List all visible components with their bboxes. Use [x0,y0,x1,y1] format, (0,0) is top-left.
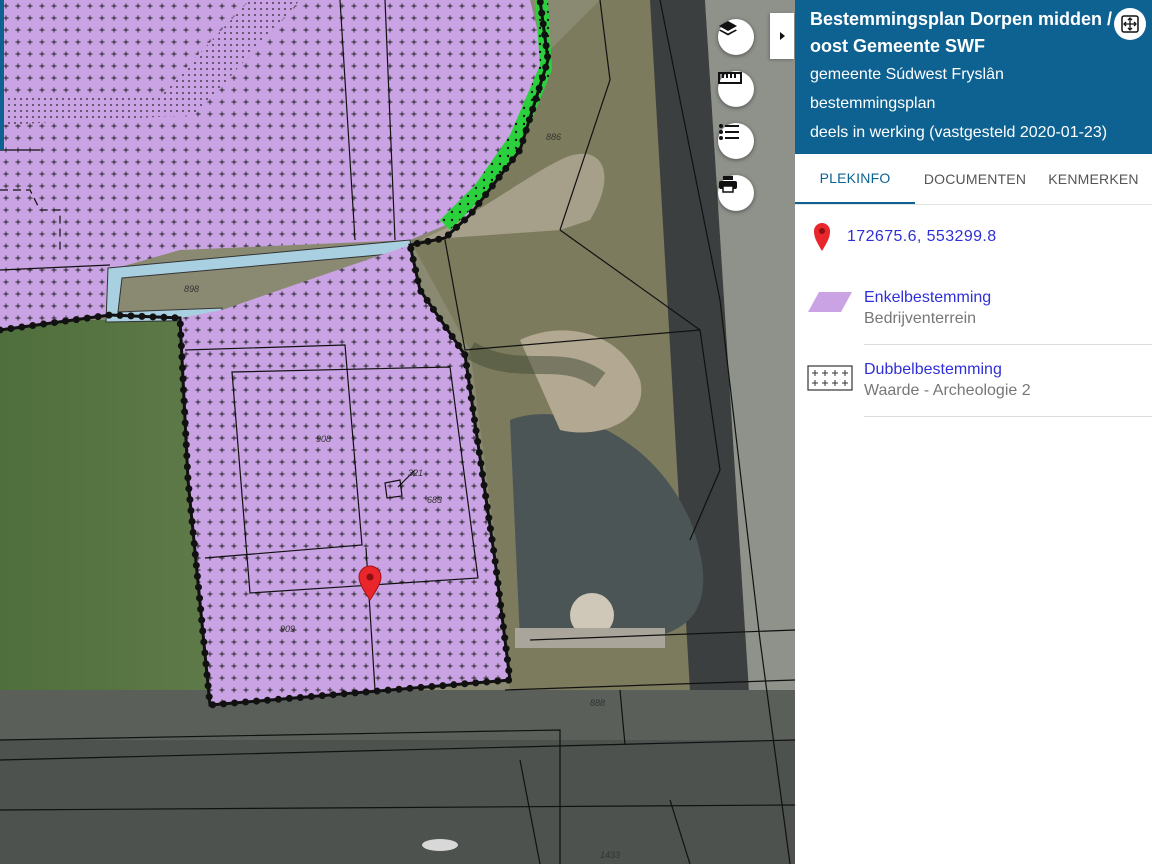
ruler-icon [718,72,742,84]
expand-icon [1121,15,1139,33]
destination-subtitle: Bedrijventerrein [864,310,977,327]
legend-list-icon [719,124,739,140]
panel-collapse-button[interactable] [770,13,794,59]
dubbelbestemming-symbol-icon [807,365,853,391]
panel-tabs: PLEKINFO DOCUMENTEN KENMERKEN [795,154,1152,205]
print-icon [719,176,737,193]
plan-type-text: bestemmingsplan [810,95,936,112]
parcel-label: 888 [590,698,605,708]
plan-header: Bestemmingsplan Dorpen midden / oost Gem… [795,0,1152,154]
map-canvas[interactable]: 886 898 908 321 683 909 888 1433 [0,0,795,864]
plan-title: Bestemmingsplan Dorpen midden / oost Gem… [810,9,1113,56]
enkelbestemming-symbol-icon [808,292,852,312]
parcel-label: 886 [546,132,561,142]
map-viewport[interactable]: 886 898 908 321 683 909 888 1433 [0,0,795,864]
location-row: 172675.6, 553299.8 [795,205,1152,251]
tab-plekinfo[interactable]: PLEKINFO [795,154,915,204]
destination-item[interactable]: Dubbelbestemming Waarde - Archeologie 2 [795,345,1152,417]
layers-icon [719,21,737,36]
info-panel: Bestemmingsplan Dorpen midden / oost Gem… [795,0,1152,864]
parcel-label: 1433 [600,850,620,860]
layers-button[interactable] [718,19,754,55]
destination-title[interactable]: Dubbelbestemming [864,359,1152,380]
plan-status-text: deels in werking (vastgesteld 2020-01-23… [810,124,1108,141]
destination-subtitle: Waarde - Archeologie 2 [864,382,1031,399]
print-button[interactable] [718,175,754,211]
destination-title[interactable]: Enkelbestemming [864,287,1152,308]
parcel-label: 683 [427,495,442,505]
municipality-text: gemeente Súdwest Fryslân [810,66,1004,83]
parcel-label: 898 [184,284,199,294]
parcel-label: 909 [280,624,295,634]
tab-kenmerken[interactable]: KENMERKEN [1035,154,1152,204]
expand-button[interactable] [1114,8,1146,40]
tab-documenten[interactable]: DOCUMENTEN [915,154,1035,204]
legend-button[interactable] [718,123,754,159]
parcel-label: 321 [408,468,423,478]
parcel-label: 908 [316,434,331,444]
location-pin-icon [814,223,830,251]
coordinates-text: 172675.6, 553299.8 [847,228,997,245]
caret-right-icon [780,32,785,40]
destination-item[interactable]: Enkelbestemming Bedrijventerrein [795,273,1152,345]
measure-button[interactable] [718,71,754,107]
